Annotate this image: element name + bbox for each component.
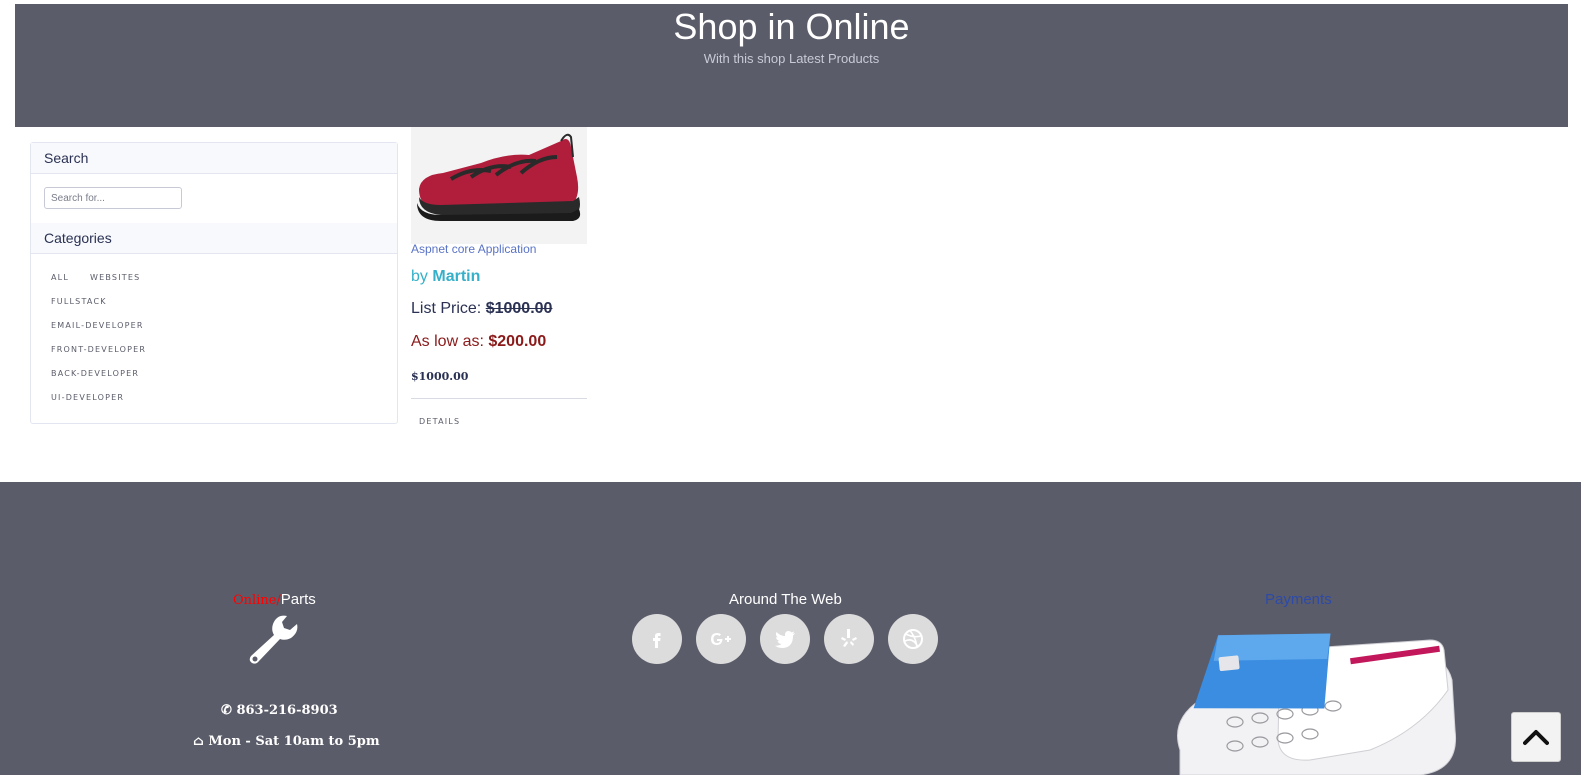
page-subtitle: With this shop Latest Products [703, 51, 880, 66]
home-icon: ⌂ [193, 734, 204, 749]
chevron-up-icon [1523, 730, 1549, 745]
product-author: Martin [432, 268, 481, 285]
scroll-to-top-button[interactable] [1511, 712, 1561, 762]
google-plus-icon[interactable] [696, 614, 746, 664]
category-email-developer[interactable]: EMAIL-DEVELOPER [51, 321, 144, 330]
low-price-label: As low as: [411, 333, 484, 350]
dribbble-icon[interactable] [888, 614, 938, 664]
wrench-icon [247, 614, 299, 669]
page-title: Shop in Online [673, 6, 910, 47]
search-heading: Search [31, 143, 397, 174]
brand-parts: Parts [280, 591, 316, 608]
page-header: Shop in Online With this shop Latest Pro… [15, 4, 1568, 127]
product-card: Aspnet core Application by Martin List P… [411, 127, 587, 426]
footer-phone: ✆ 863-216-8903 [221, 703, 338, 718]
product-title-link[interactable]: Aspnet core Application [411, 242, 536, 256]
product-divider [411, 398, 587, 399]
search-input[interactable] [44, 187, 182, 209]
category-websites[interactable]: WEBSITES [90, 273, 140, 282]
hours-text: Mon - Sat 10am to 5pm [208, 734, 380, 749]
facebook-icon[interactable] [632, 614, 682, 664]
details-link[interactable]: DETAILS [419, 417, 460, 426]
phone-number: 863-216-8903 [236, 703, 338, 718]
list-price-value: $1000.00 [485, 300, 553, 317]
brand-online: Online/ [233, 593, 281, 608]
category-fullstack[interactable]: FULLSTACK [51, 297, 107, 306]
yelp-icon[interactable] [824, 614, 874, 664]
by-label: by [411, 268, 428, 285]
payments-title: Payments [1265, 591, 1332, 608]
footer-brand: Online/Parts [233, 591, 316, 608]
footer-hours: ⌂ Mon - Sat 10am to 5pm [193, 734, 380, 749]
low-price-value: $200.00 [488, 333, 547, 350]
twitter-icon[interactable] [760, 614, 810, 664]
around-the-web-title: Around The Web [729, 591, 842, 608]
category-ui-developer[interactable]: UI-DEVELOPER [51, 393, 124, 402]
payment-terminal-icon [1160, 630, 1460, 780]
category-list: ALL WEBSITES FULLSTACK EMAIL-DEVELOPER F… [31, 254, 397, 422]
page-footer: Online/Parts ✆ 863-216-8903 ⌂ Mon - Sat … [0, 482, 1581, 776]
list-price-line: List Price: $1000.00 [411, 300, 552, 318]
product-author-line: by Martin [411, 268, 480, 286]
list-price-label: List Price: [411, 300, 482, 317]
phone-icon: ✆ [221, 703, 232, 718]
low-price-line: As low as: $200.00 [411, 333, 546, 351]
categories-heading: Categories [31, 223, 397, 254]
category-back-developer[interactable]: BACK-DEVELOPER [51, 369, 139, 378]
category-all[interactable]: ALL [51, 273, 69, 282]
sidebar-card: Search Categories ALL WEBSITES FULLSTACK… [30, 142, 398, 424]
category-front-developer[interactable]: FRONT-DEVELOPER [51, 345, 146, 354]
search-section [31, 174, 397, 223]
product-price: $1000.00 [411, 370, 469, 383]
product-image[interactable] [411, 127, 587, 244]
